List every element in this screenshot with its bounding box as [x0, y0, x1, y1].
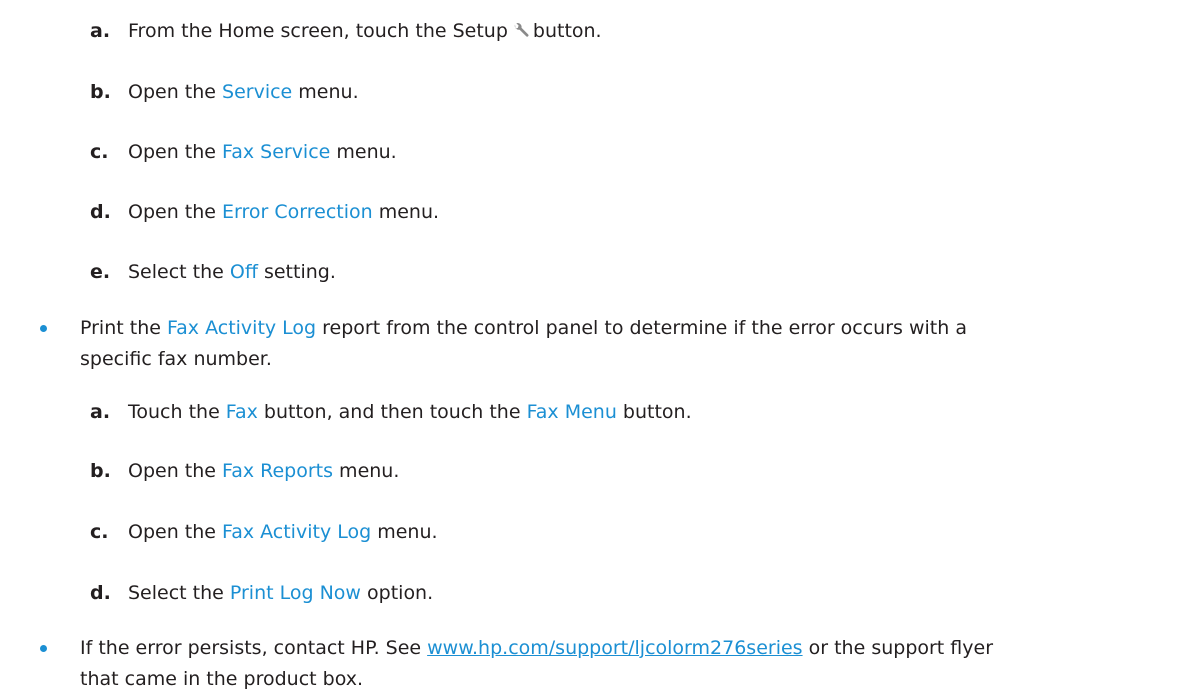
button-name: Fax Menu [526, 401, 617, 423]
step-letter: a. [90, 20, 111, 42]
step-letter: b. [90, 460, 111, 482]
menu-name: Service [222, 81, 293, 103]
step-letter: a. [90, 401, 111, 423]
menu-name: Error Correction [222, 201, 373, 223]
step-letter: e. [90, 261, 111, 283]
bullet-text: that came in the product box. [80, 668, 364, 690]
menu-name: Fax Reports [222, 460, 334, 482]
step-text: From the Home screen, touch the Setup but… [128, 18, 602, 47]
button-name: Fax [225, 401, 258, 423]
bullet-text: If the error persists, contact HP. See w… [80, 637, 994, 659]
wrench-icon [512, 21, 530, 47]
step-text: Open the Fax Reports menu. [128, 460, 400, 482]
report-name: Fax Activity Log [166, 317, 317, 339]
step-text: Open the Service menu. [128, 81, 359, 103]
step-text: Open the Fax Activity Log menu. [128, 521, 438, 543]
step-text: Touch the Fax button, and then touch the… [128, 401, 692, 423]
step-text: Select the Off setting. [128, 261, 336, 283]
step-text: Open the Fax Service menu. [128, 141, 397, 163]
menu-name: Fax Activity Log [222, 521, 372, 543]
step-letter: d. [90, 582, 111, 604]
step-letter: c. [90, 141, 109, 163]
bullet-icon [40, 325, 47, 332]
option-name: Print Log Now [229, 582, 361, 604]
step-text: Select the Print Log Now option. [128, 582, 434, 604]
step-letter: c. [90, 521, 109, 543]
setting-name: Off [229, 261, 258, 283]
step-letter: b. [90, 81, 111, 103]
bullet-icon [40, 645, 47, 652]
menu-name: Fax Service [222, 141, 331, 163]
bullet-text: Print the Fax Activity Log report from t… [80, 317, 967, 339]
support-link[interactable]: www.hp.com/support/ljcolorm276series [427, 637, 802, 659]
step-letter: d. [90, 201, 111, 223]
step-text: Open the Error Correction menu. [128, 201, 440, 223]
bullet-text: specific fax number. [80, 348, 272, 370]
